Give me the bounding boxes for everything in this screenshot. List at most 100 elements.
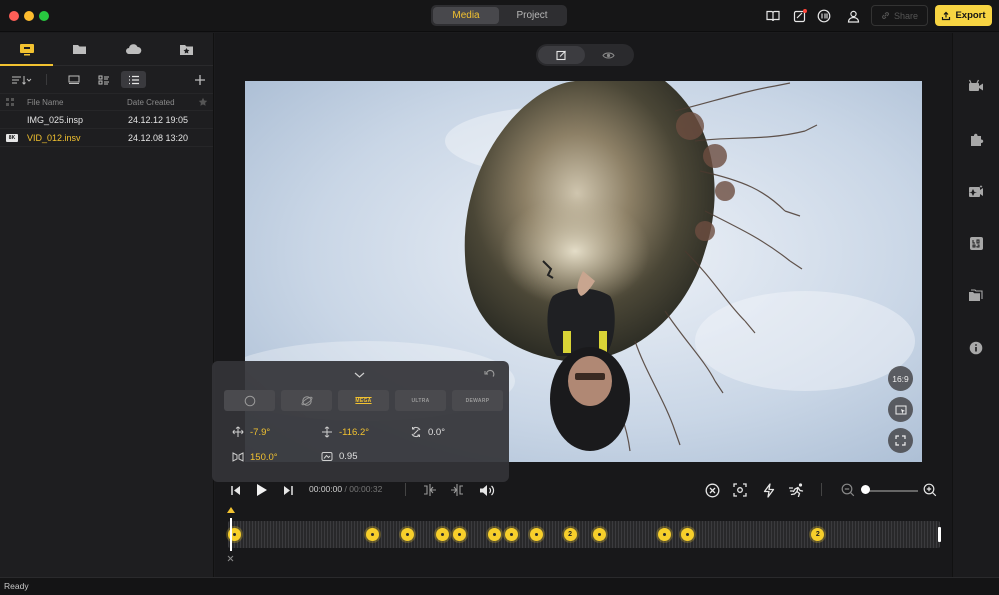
fov-control[interactable]: 150.0° [232, 451, 278, 463]
tab-cloud[interactable] [107, 33, 160, 65]
delete-keyframe-icon[interactable] [227, 555, 234, 562]
keyframe-marker[interactable] [452, 528, 466, 541]
keyframe-marker[interactable] [592, 528, 606, 541]
distance-control[interactable]: 0.95 [321, 451, 358, 462]
zoom-out-button[interactable] [840, 480, 856, 500]
file-name: VID_012.insv [27, 133, 81, 143]
timeline-zoom-handle[interactable] [861, 485, 870, 494]
speed-icon[interactable] [815, 7, 833, 25]
tab-media[interactable]: Media [433, 7, 499, 24]
keyframe-marker[interactable] [487, 528, 501, 541]
fullscreen-button[interactable] [888, 428, 913, 453]
reset-icon[interactable] [484, 369, 495, 380]
lens-mode-mega[interactable]: MEGA [338, 390, 389, 411]
detail-view-button[interactable] [95, 71, 113, 88]
lens-mode-ultra[interactable]: ULTRA [395, 390, 446, 411]
file-row-selected[interactable]: 8K VID_012.insv 24.12.08 13:20 [0, 129, 213, 147]
column-file-name[interactable]: File Name [27, 98, 63, 107]
tab-local-media[interactable] [0, 33, 54, 66]
tab-project[interactable]: Project [499, 7, 565, 24]
previous-frame-button[interactable] [227, 480, 243, 500]
trim-end-icon [451, 484, 463, 496]
sort-icon [12, 75, 32, 85]
smart-track-button[interactable] [888, 397, 913, 422]
tab-favorites[interactable] [160, 33, 213, 65]
folder-icon [73, 45, 87, 54]
preview-mode-button[interactable] [585, 46, 632, 64]
deep-track-button[interactable] [703, 480, 721, 500]
large-thumbnail-view-button[interactable] [65, 71, 83, 88]
collapse-chevron-icon[interactable] [354, 372, 365, 378]
tab-folder[interactable] [53, 33, 106, 65]
timeline-track[interactable]: 22 [228, 518, 941, 551]
timecode: 00:00:00 / 00:00:32 [309, 484, 382, 494]
column-date-created[interactable]: Date Created [127, 98, 175, 107]
file-date: 24.12.12 19:05 [128, 115, 189, 125]
edit-icon [556, 50, 566, 60]
list-view-button[interactable] [121, 71, 146, 88]
lens-mode-label: DEWARP [465, 397, 490, 404]
star-column-icon[interactable] [198, 97, 208, 107]
aspect-ratio-button[interactable]: 16:9 [888, 366, 913, 391]
ai-reframe-button[interactable] [731, 480, 749, 500]
trim-end-button[interactable] [448, 480, 466, 500]
logo-watermark-button[interactable] [967, 234, 985, 252]
lens-mode-label: ULTRA [411, 397, 430, 404]
file-row[interactable]: IMG_025.insp 24.12.12 19:05 [0, 111, 213, 129]
play-button[interactable] [254, 480, 270, 500]
video-camera-icon [968, 79, 983, 91]
share-button[interactable]: Share [871, 5, 928, 26]
timeline-zoom-slider[interactable] [863, 490, 918, 492]
play-icon [257, 484, 267, 496]
cloud-icon [125, 44, 141, 54]
favorites-icon [179, 44, 193, 55]
export-folder-button[interactable] [967, 286, 985, 304]
lightning-icon [763, 482, 775, 498]
pan-control[interactable]: -7.9° [232, 426, 270, 438]
total-time: 00:00:32 [349, 484, 383, 494]
volume-button[interactable] [478, 480, 496, 500]
book-icon[interactable] [764, 7, 782, 25]
playhead[interactable] [230, 518, 232, 551]
lens-mode-natural[interactable] [224, 390, 275, 411]
file-date: 24.12.08 13:20 [128, 133, 189, 143]
lens-mode-dewarp[interactable]: DEWARP [452, 390, 503, 411]
next-frame-button[interactable] [280, 480, 296, 500]
keyframe-marker[interactable] [680, 528, 694, 541]
close-window-button[interactable] [9, 11, 19, 21]
puzzle-icon [970, 133, 983, 146]
add-media-button[interactable] [193, 71, 207, 88]
trim-start-button[interactable] [421, 480, 439, 500]
info-button[interactable] [967, 339, 985, 357]
file-name: IMG_025.insp [27, 115, 84, 125]
account-icon[interactable] [844, 7, 862, 25]
lens-mode-planet[interactable] [281, 390, 332, 411]
export-button[interactable]: Export [935, 5, 992, 26]
ai-frame-icon [733, 483, 747, 497]
edit-preview-switch [536, 44, 634, 66]
eye-icon [602, 51, 615, 59]
effects-button[interactable] [967, 182, 985, 200]
thumbnail-icon [68, 75, 80, 84]
edit-mode-button[interactable] [538, 46, 585, 64]
keyframe-marker[interactable] [435, 528, 449, 541]
zoom-window-button[interactable] [39, 11, 49, 21]
sort-button[interactable] [9, 71, 33, 88]
minimize-window-button[interactable] [24, 11, 34, 21]
keyframe-marker[interactable] [504, 528, 518, 541]
zoom-in-button[interactable] [922, 480, 938, 500]
plugins-button[interactable] [967, 130, 985, 148]
camera-tool-button[interactable] [967, 77, 985, 95]
roll-icon [411, 426, 421, 438]
keyframe-marker[interactable]: 2 [563, 528, 577, 541]
speed-ramp-button[interactable] [787, 480, 807, 500]
keyframe-marker[interactable] [401, 528, 414, 541]
tilt-control[interactable]: -116.2° [321, 426, 369, 438]
timeline-end-handle[interactable] [938, 527, 941, 542]
distance-value: 0.95 [339, 451, 358, 462]
edit-badge-icon[interactable] [791, 7, 809, 25]
quick-edit-button[interactable] [760, 480, 778, 500]
roll-control[interactable]: 0.0° [410, 426, 445, 438]
resolution-badge: 8K [6, 134, 18, 142]
tilt-value: -116.2° [339, 426, 370, 438]
